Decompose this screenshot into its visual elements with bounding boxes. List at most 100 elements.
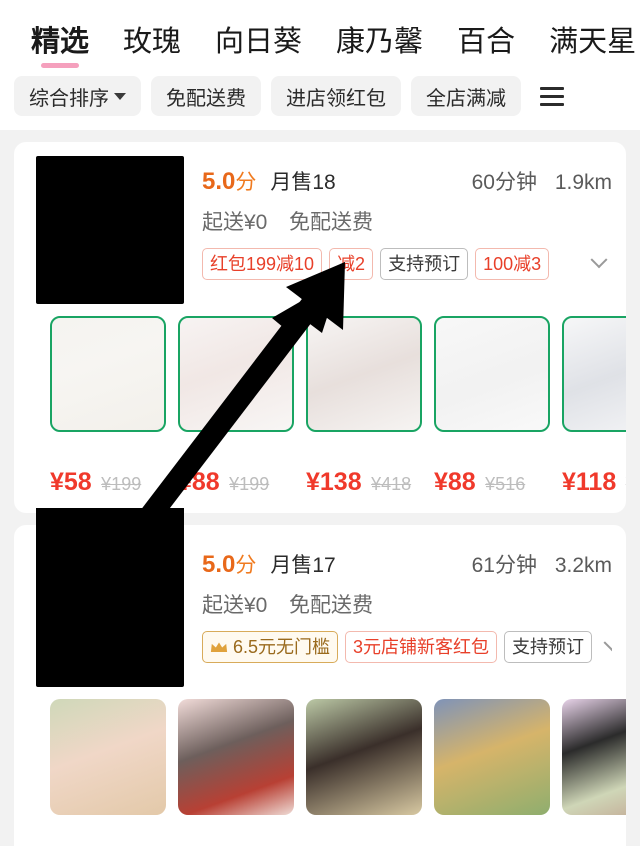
- crown-icon: [210, 642, 228, 652]
- product-item[interactable]: ¥68 ¥136: [306, 699, 422, 846]
- shop-info: 5.0 分 月售17 61分钟 3.2km 起送¥0 免配送费 6.5元无门槛 …: [202, 539, 612, 687]
- tab-label: 百合: [457, 26, 516, 58]
- shop-meta-row: 5.0 分 月售18 60分钟 1.9km: [202, 166, 612, 196]
- shop-card[interactable]: 5.0 分 月售17 61分钟 3.2km 起送¥0 免配送费 6.5元无门槛 …: [14, 525, 626, 846]
- category-tab-bar: 精选 玫瑰 向日葵 康乃馨 百合 满天星: [0, 0, 640, 72]
- current-price: ¥88: [178, 468, 220, 496]
- promo-tag[interactable]: 减2: [329, 248, 374, 280]
- product-strip[interactable]: ¥59.8 ¥68 ¥136: [14, 687, 626, 846]
- shop-card[interactable]: 5.0 分 月售18 60分钟 1.9km 起送¥0 免配送费 红包199减10…: [14, 142, 626, 513]
- original-price: ¥418: [371, 474, 412, 494]
- shop-logo[interactable]: [36, 156, 184, 304]
- product-image[interactable]: [306, 699, 422, 815]
- product-item[interactable]: ¥68 ¥13: [562, 699, 626, 846]
- product-image[interactable]: [562, 316, 626, 432]
- product-image[interactable]: [178, 316, 294, 432]
- shop-distance: 3.2km: [554, 554, 612, 577]
- current-price: ¥118: [562, 468, 617, 496]
- shop-logo[interactable]: [36, 539, 184, 687]
- tab-baihe[interactable]: 百合: [440, 24, 532, 72]
- tab-xiangrikui[interactable]: 向日葵: [198, 24, 319, 72]
- product-name: [178, 440, 294, 462]
- shop-promo-tags: 6.5元无门槛 3元店铺新客红包 支持预订: [202, 631, 612, 663]
- filter-bar: 综合排序 免配送费 进店领红包 全店满减: [0, 72, 640, 130]
- tab-label: 康乃馨: [336, 26, 424, 58]
- original-price: ¥199: [101, 474, 142, 494]
- delivery-fee: 免配送费: [289, 211, 374, 234]
- promo-tag[interactable]: 红包199减10: [202, 248, 323, 280]
- shop-rating-unit: 分: [235, 554, 257, 577]
- product-item[interactable]: ¥138 ¥418: [306, 316, 422, 497]
- promo-tag[interactable]: 100减3: [475, 248, 550, 280]
- original-price: ¥199: [229, 474, 270, 494]
- shop-rating-unit: 分: [235, 171, 257, 194]
- shop-rating: 5.0: [202, 168, 236, 195]
- product-name: [434, 823, 550, 845]
- product-image[interactable]: [178, 699, 294, 815]
- shop-info: 5.0 分 月售18 60分钟 1.9km 起送¥0 免配送费 红包199减10…: [202, 156, 612, 304]
- tab-label: 玫瑰: [123, 26, 182, 58]
- promo-tag[interactable]: 3元店铺新客红包: [345, 631, 498, 663]
- tab-mantianxing[interactable]: 满天星: [532, 24, 640, 72]
- product-price: ¥88 ¥516: [434, 468, 550, 497]
- shop-header: 5.0 分 月售17 61分钟 3.2km 起送¥0 免配送费 6.5元无门槛 …: [14, 539, 626, 687]
- product-price: ¥58 ¥199: [50, 468, 166, 497]
- chip-label: 进店领红包: [286, 87, 386, 110]
- shop-meta-row: 5.0 分 月售17 61分钟 3.2km: [202, 549, 612, 579]
- product-name: [178, 823, 294, 845]
- tab-label: 满天星: [549, 26, 637, 58]
- product-name: [562, 440, 626, 462]
- product-image[interactable]: [434, 699, 550, 815]
- delivery-eta: 61分钟: [471, 554, 537, 577]
- product-name: [306, 440, 422, 462]
- product-name: [50, 440, 166, 462]
- current-price: ¥58: [50, 468, 92, 496]
- min-order: 起送¥0: [202, 211, 268, 234]
- promo-tag[interactable]: 支持预订: [504, 631, 593, 663]
- product-price: ¥88 ¥199: [178, 468, 294, 497]
- tab-label: 向日葵: [215, 26, 303, 58]
- current-price: ¥88: [434, 468, 476, 496]
- chevron-down-icon[interactable]: [586, 251, 612, 277]
- product-image[interactable]: [306, 316, 422, 432]
- product-item[interactable]: ¥58 ¥199: [50, 316, 166, 497]
- tab-meigui[interactable]: 玫瑰: [106, 24, 198, 72]
- shop-header: 5.0 分 月售18 60分钟 1.9km 起送¥0 免配送费 红包199减10…: [14, 156, 626, 304]
- product-name: [434, 440, 550, 462]
- list-menu-icon[interactable]: [535, 76, 569, 116]
- shop-promo-tags: 红包199减10 减2 支持预订 100减3: [202, 248, 612, 280]
- filter-shop-coupon[interactable]: 进店领红包: [271, 76, 401, 116]
- shop-delivery-meta: 60分钟 1.9km: [472, 166, 612, 196]
- product-image[interactable]: [434, 316, 550, 432]
- product-item[interactable]: ¥88 ¥199: [178, 316, 294, 497]
- chevron-down-icon[interactable]: [599, 634, 612, 660]
- product-strip[interactable]: ¥58 ¥199 ¥88 ¥199 ¥138 ¥418 ¥88 ¥516 ¥11…: [14, 304, 626, 497]
- promo-tag-label: 6.5元无门槛: [233, 637, 331, 657]
- product-image[interactable]: [562, 699, 626, 815]
- product-name: [50, 823, 166, 845]
- promo-tag-coupon[interactable]: 6.5元无门槛: [202, 631, 339, 663]
- current-price: ¥138: [306, 468, 362, 496]
- promo-tag[interactable]: 支持预订: [380, 248, 469, 280]
- sort-dropdown[interactable]: 综合排序: [14, 76, 141, 116]
- shop-delivery-meta: 61分钟 3.2km: [472, 549, 612, 579]
- product-image[interactable]: [50, 699, 166, 815]
- product-item[interactable]: ¥118 ¥5: [562, 316, 626, 497]
- filter-store-discount[interactable]: 全店满减: [411, 76, 521, 116]
- tab-active-underline: [41, 63, 79, 68]
- filter-free-delivery[interactable]: 免配送费: [151, 76, 261, 116]
- product-item[interactable]: ¥59.8: [50, 699, 166, 846]
- product-image[interactable]: [50, 316, 166, 432]
- chip-label: 全店满减: [426, 87, 506, 110]
- product-item[interactable]: ¥68 ¥136: [178, 699, 294, 846]
- original-price: ¥516: [485, 474, 526, 494]
- delivery-fee: 免配送费: [289, 594, 374, 617]
- product-price: ¥138 ¥418: [306, 468, 422, 497]
- chevron-down-icon: [114, 92, 126, 100]
- product-name: [306, 823, 422, 845]
- product-item[interactable]: ¥76 ¥152: [434, 699, 550, 846]
- tab-kangnaixin[interactable]: 康乃馨: [319, 24, 440, 72]
- tab-jingxuan[interactable]: 精选: [14, 24, 106, 72]
- product-item[interactable]: ¥88 ¥516: [434, 316, 550, 497]
- shop-fee-row: 起送¥0 免配送费: [202, 206, 612, 236]
